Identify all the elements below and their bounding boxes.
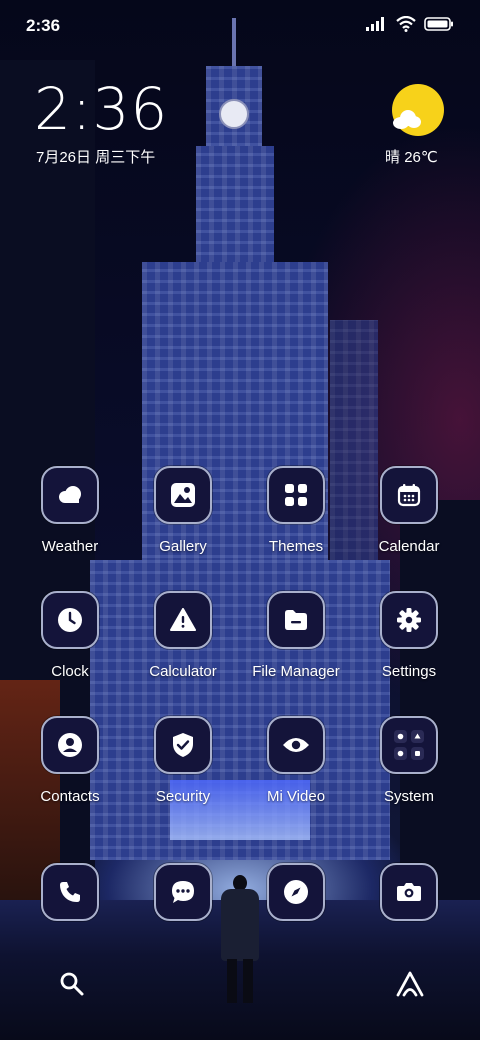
app-settings[interactable]: Settings <box>354 591 464 680</box>
app-label: Security <box>155 788 211 805</box>
folder-system[interactable]: System <box>354 716 464 805</box>
app-label: Calendar <box>378 538 440 555</box>
app-gallery[interactable]: Gallery <box>128 466 238 555</box>
calendar-icon <box>380 466 438 524</box>
app-weather[interactable]: Weather <box>15 466 125 555</box>
launcher-icon[interactable] <box>395 970 425 998</box>
cloud-icon <box>393 110 423 130</box>
system-folder-icon <box>380 716 438 774</box>
app-file-manager[interactable]: File Manager <box>241 591 351 680</box>
status-time: 2:36 <box>26 16 61 35</box>
app-label: Contacts <box>40 788 100 805</box>
battery-icon <box>424 17 453 31</box>
app-label: Gallery <box>159 538 207 555</box>
app-label: File Manager <box>252 663 340 680</box>
security-icon <box>154 716 212 774</box>
app-label: Themes <box>268 538 324 555</box>
contacts-icon <box>41 716 99 774</box>
weather-widget-text: 晴 26℃ <box>385 146 438 167</box>
app-calendar[interactable]: Calendar <box>354 466 464 555</box>
app-security[interactable]: Security <box>128 716 238 805</box>
browser-icon <box>267 863 325 921</box>
phone-icon <box>41 863 99 921</box>
app-calculator[interactable]: Calculator <box>128 591 238 680</box>
file-manager-icon <box>267 591 325 649</box>
dock-camera[interactable] <box>354 863 464 921</box>
app-clock[interactable]: Clock <box>15 591 125 680</box>
weather-temperature: 26℃ <box>404 149 438 166</box>
weather-icon <box>41 466 99 524</box>
dock-browser[interactable] <box>241 863 351 921</box>
clock-icon <box>41 591 99 649</box>
status-bar: 2:36 <box>0 0 480 50</box>
gallery-icon <box>154 466 212 524</box>
wifi-icon <box>396 16 416 32</box>
app-label: Settings <box>381 663 437 680</box>
search-icon[interactable] <box>58 970 86 998</box>
mi-video-icon <box>267 716 325 774</box>
dock-phone[interactable] <box>15 863 125 921</box>
dock-messages[interactable] <box>128 863 238 921</box>
clock-widget-time[interactable]: 2:36 <box>34 78 168 140</box>
messages-icon <box>154 863 212 921</box>
calculator-icon <box>154 591 212 649</box>
signal-icon <box>366 17 384 31</box>
themes-icon <box>267 466 325 524</box>
camera-icon <box>380 863 438 921</box>
tower-clock-face <box>219 99 249 129</box>
app-label: Clock <box>51 663 89 680</box>
settings-icon <box>380 591 438 649</box>
app-label: Calculator <box>149 663 217 680</box>
clock-widget-date: 7月26日 周三下午 <box>36 149 156 166</box>
weather-condition: 晴 <box>385 149 401 166</box>
app-mi-video[interactable]: Mi Video <box>241 716 351 805</box>
tower-upper <box>196 146 274 266</box>
app-label: System <box>383 788 434 805</box>
right-building <box>400 500 480 920</box>
app-themes[interactable]: Themes <box>241 466 351 555</box>
app-contacts[interactable]: Contacts <box>15 716 125 805</box>
app-label: Mi Video <box>266 788 326 805</box>
app-label: Weather <box>41 538 99 555</box>
